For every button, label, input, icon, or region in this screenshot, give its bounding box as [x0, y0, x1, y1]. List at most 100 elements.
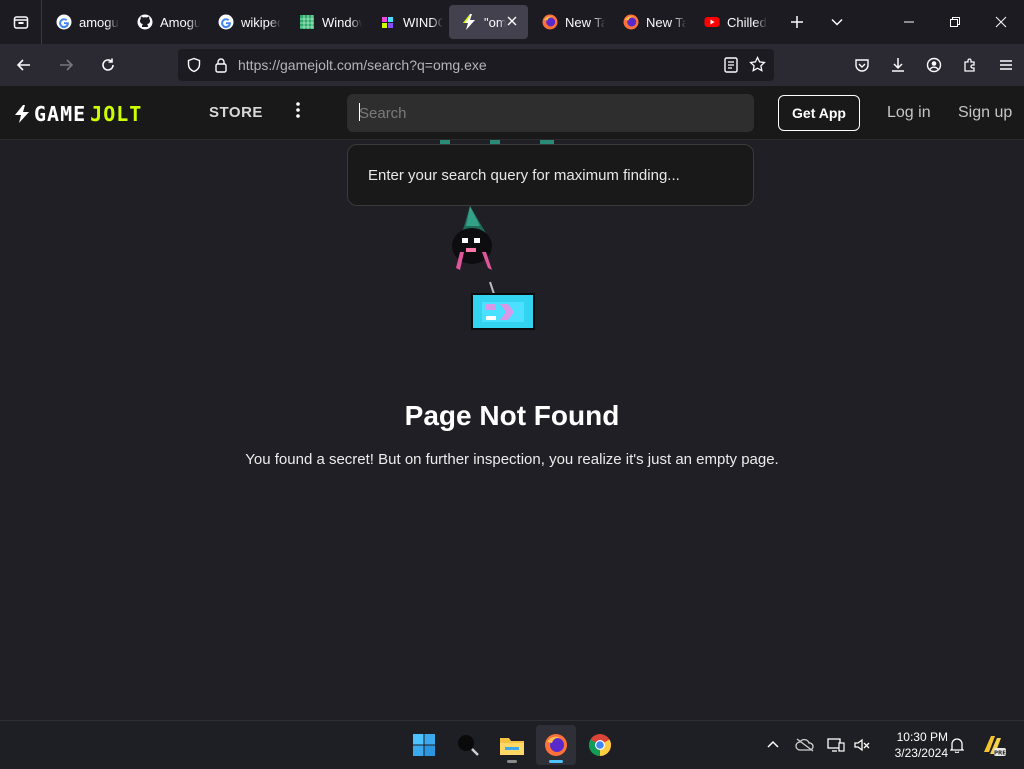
new-tab-button[interactable] [777, 0, 817, 44]
tab[interactable]: Amogus [125, 5, 204, 39]
start-button[interactable] [404, 725, 444, 765]
tab[interactable]: New Tab [611, 5, 690, 39]
download-icon [892, 58, 904, 72]
account-button[interactable] [916, 49, 952, 81]
not-found-message: You found a secret! But on further inspe… [245, 451, 779, 468]
bolt-icon [15, 105, 29, 123]
more-menu-button[interactable] [292, 102, 304, 120]
text-caret [359, 103, 360, 121]
file-explorer-icon [500, 738, 524, 755]
signup-link[interactable]: Sign up [958, 104, 1012, 122]
list-all-tabs-button[interactable] [817, 0, 857, 44]
navigation-toolbar: https://gamejolt.com/search?q=omg.exe [0, 44, 1024, 86]
close-window-button[interactable] [978, 0, 1024, 44]
pocket-button[interactable] [844, 49, 880, 81]
windows-start-icon [413, 734, 435, 756]
menu-button[interactable] [988, 49, 1024, 81]
reader-view-icon[interactable] [724, 57, 738, 73]
search-hint-text: Enter your search query for maximum find… [368, 166, 680, 184]
cloud-offline-icon [795, 738, 814, 752]
tab-active[interactable]: "omg [449, 5, 528, 39]
svg-text:PRE: PRE [994, 751, 1006, 757]
hamburger-icon [1000, 60, 1012, 70]
page-title: Page Not Found [404, 400, 620, 431]
shield-icon[interactable] [186, 57, 202, 73]
clock-time: 10:30 PM [896, 730, 948, 744]
search-input[interactable] [347, 94, 754, 132]
downloads-button[interactable] [880, 49, 916, 81]
tab[interactable]: amogus [44, 5, 123, 39]
copilot-button[interactable]: PRE [978, 721, 1008, 769]
bookmark-star-icon[interactable] [749, 56, 766, 73]
bell-icon [950, 738, 964, 753]
reload-button[interactable] [90, 49, 126, 81]
tab[interactable]: Windows [287, 5, 366, 39]
windows-taskbar: 10:30 PM 3/23/2024 PRE [0, 720, 1024, 768]
tab[interactable]: Chilled [692, 5, 771, 39]
google-g-icon [218, 14, 234, 30]
arrow-right-icon [60, 59, 74, 71]
tab-title: wikipedia [241, 14, 281, 30]
tab-title: WINDOWS [403, 14, 443, 30]
taskbar-search-button[interactable] [448, 725, 488, 765]
tab[interactable]: New Tab [530, 5, 609, 39]
tab-title: amogus [79, 14, 119, 30]
restore-icon [950, 17, 960, 27]
gamejolt-logo[interactable]: GAME JOLT [14, 102, 142, 126]
minimize-icon [904, 21, 914, 23]
green-grid-icon [299, 14, 315, 30]
tab-title: Amogus [160, 14, 200, 30]
clock-date: 3/23/2024 [894, 746, 948, 760]
minimize-button[interactable] [886, 0, 932, 44]
get-app-button[interactable]: Get App [778, 95, 860, 131]
running-indicator [549, 760, 563, 763]
show-hidden-icons-button[interactable] [762, 721, 784, 769]
tab-title: Chilled [727, 14, 767, 30]
login-link[interactable]: Log in [887, 104, 931, 122]
tab-title: New Tab [565, 14, 605, 30]
github-icon [137, 14, 153, 30]
restore-button[interactable] [932, 0, 978, 44]
tab-title: "omg [484, 14, 506, 30]
store-link[interactable]: STORE [209, 104, 263, 121]
firefox-icon [542, 14, 558, 30]
logo-jolt-text: JOLT [90, 102, 143, 126]
url-path: /search?q=omg.exe [363, 57, 487, 73]
plus-icon [791, 16, 803, 28]
chrome-taskbar-button[interactable] [580, 725, 620, 765]
site-header: GAME JOLT STORE Get App Log in Sign up [0, 86, 1024, 140]
firefox-view-icon [13, 16, 28, 29]
logo-game-text: GAME [34, 102, 87, 126]
file-explorer-button[interactable] [492, 725, 532, 765]
firefox-view-button[interactable] [0, 0, 42, 44]
chrome-icon [589, 734, 611, 756]
tab-title: Windows [322, 14, 362, 30]
notifications-button[interactable] [946, 721, 968, 769]
chevron-down-icon [831, 18, 843, 26]
search-suggestions-panel: Enter your search query for maximum find… [347, 144, 754, 206]
more-vertical-icon [296, 102, 300, 118]
lock-icon[interactable] [214, 57, 228, 73]
search-icon [458, 735, 479, 756]
puzzle-icon [964, 58, 975, 72]
tab-strip: amogus Amogus wikipedia Windows WINDOWS "omg N… [0, 0, 1024, 44]
onedrive-tray-icon[interactable] [792, 721, 818, 769]
extensions-button[interactable] [952, 49, 988, 81]
forward-button[interactable] [48, 49, 84, 81]
firefox-icon [623, 14, 639, 30]
address-bar[interactable]: https://gamejolt.com/search?q=omg.exe [178, 49, 774, 81]
pocket-icon [855, 59, 869, 72]
system-clock[interactable]: 10:30 PM 3/23/2024 [880, 729, 948, 761]
close-icon [995, 16, 1007, 28]
window-controls [886, 0, 1024, 44]
close-tab-icon[interactable] [504, 14, 520, 30]
url-text[interactable]: https://gamejolt.com/search?q=omg.exe [238, 57, 487, 73]
tab[interactable]: wikipedia [206, 5, 285, 39]
firefox-taskbar-button[interactable] [536, 725, 576, 765]
network-tray-icon[interactable] [824, 721, 848, 769]
back-button[interactable] [6, 49, 42, 81]
tab[interactable]: WINDOWS [368, 5, 447, 39]
url-domain: https://gamejolt.com [238, 57, 364, 73]
youtube-icon [704, 14, 720, 30]
volume-tray-icon[interactable] [850, 721, 874, 769]
